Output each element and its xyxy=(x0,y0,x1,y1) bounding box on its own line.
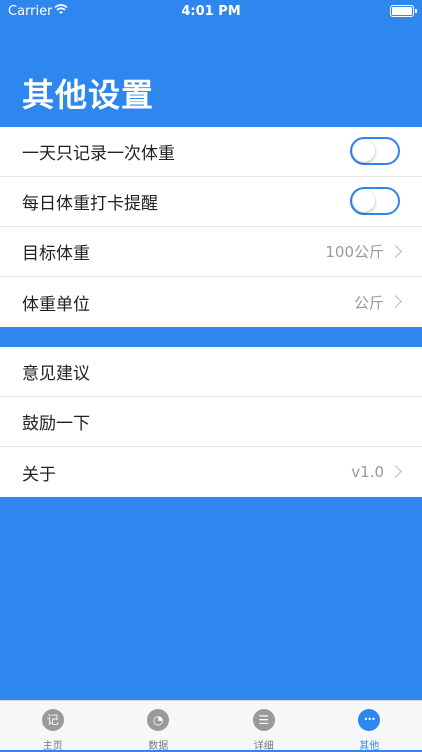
more-icon: ••• xyxy=(358,709,380,731)
weight-unit-value: 公斤 xyxy=(354,292,384,313)
status-bar: Carrier 4:01 PM xyxy=(0,0,422,22)
settings-group-about: 意见建议 鼓励一下 关于 v1.0 xyxy=(0,347,422,497)
status-time: 4:01 PM xyxy=(0,4,422,19)
target-weight-value: 100公斤 xyxy=(325,241,384,262)
setting-row-about[interactable]: 关于 v1.0 xyxy=(0,447,422,497)
daily-reminder-toggle[interactable] xyxy=(350,187,400,215)
page-title: 其他设置 xyxy=(22,70,154,116)
record-icon: 记 xyxy=(42,709,64,731)
setting-label: 一天只记录一次体重 xyxy=(22,139,175,164)
setting-label: 目标体重 xyxy=(22,239,90,264)
tab-data[interactable]: ◔ 数据 xyxy=(106,701,212,750)
setting-label: 意见建议 xyxy=(22,359,90,384)
settings-group-preferences: 一天只记录一次体重 每日体重打卡提醒 目标体重 100公斤 体重单位 公斤 xyxy=(0,127,422,327)
setting-label: 体重单位 xyxy=(22,290,90,315)
chevron-right-icon xyxy=(389,295,402,308)
pie-chart-icon: ◔ xyxy=(147,709,169,731)
battery-icon xyxy=(390,5,414,17)
version-value: v1.0 xyxy=(351,463,384,481)
setting-row-daily-reminder[interactable]: 每日体重打卡提醒 xyxy=(0,177,422,227)
setting-label: 关于 xyxy=(22,460,56,485)
setting-row-weight-unit[interactable]: 体重单位 公斤 xyxy=(0,277,422,327)
setting-label: 每日体重打卡提醒 xyxy=(22,189,158,214)
toggle-knob xyxy=(353,140,375,162)
toggle-knob xyxy=(353,190,375,212)
setting-row-feedback[interactable]: 意见建议 xyxy=(0,347,422,397)
list-icon: ☰ xyxy=(253,709,275,731)
tab-other[interactable]: ••• 其他 xyxy=(317,701,422,750)
tab-detail[interactable]: ☰ 详细 xyxy=(211,701,317,750)
setting-label: 鼓励一下 xyxy=(22,409,90,434)
setting-row-encourage[interactable]: 鼓励一下 xyxy=(0,397,422,447)
chevron-right-icon xyxy=(389,465,402,478)
setting-row-record-once[interactable]: 一天只记录一次体重 xyxy=(0,127,422,177)
tab-home[interactable]: 记 主页 xyxy=(0,701,106,750)
record-once-toggle[interactable] xyxy=(350,137,400,165)
tab-bar: 记 主页 ◔ 数据 ☰ 详细 ••• 其他 xyxy=(0,700,422,750)
chevron-right-icon xyxy=(389,245,402,258)
setting-row-target-weight[interactable]: 目标体重 100公斤 xyxy=(0,227,422,277)
